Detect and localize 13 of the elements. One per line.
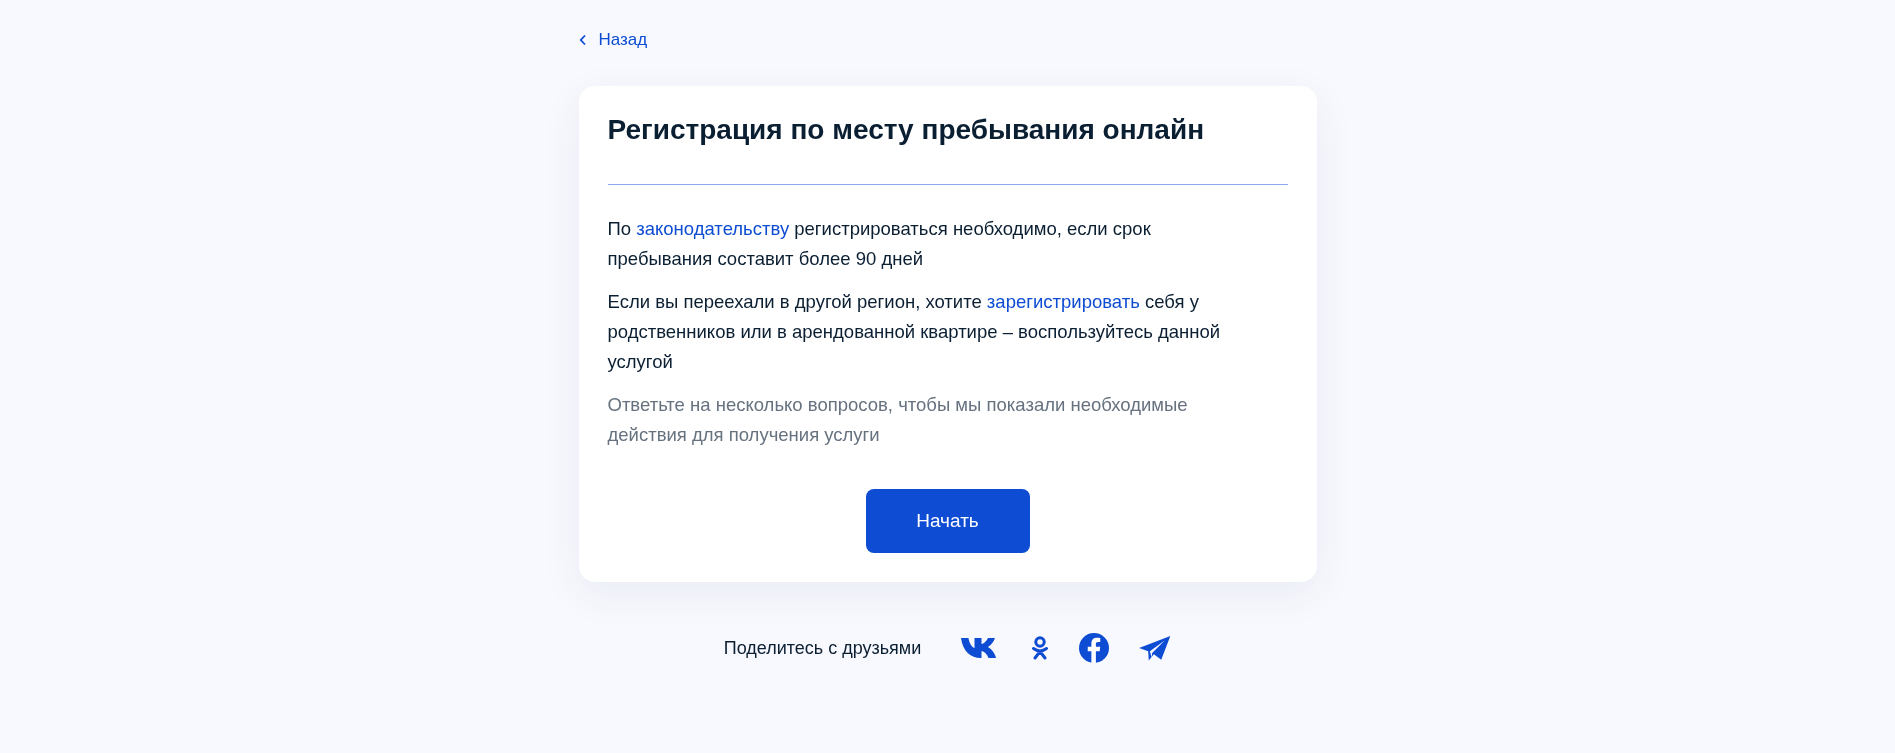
paragraph: По законодательству регистрироваться необходимо, если срок пребывания составит более 90 дней	[607, 217, 1152, 271]
paper-plane-icon[interactable]	[1139, 635, 1172, 661]
person-logo-icon[interactable]	[1031, 636, 1050, 660]
text-link[interactable]: законодательству	[636, 218, 790, 239]
share-label: Поделитесь с друзьями	[723, 637, 922, 659]
chevron-left-icon	[578, 34, 587, 46]
text-link[interactable]: зарегистрировать	[986, 291, 1140, 312]
start-button[interactable]: Начать	[865, 489, 1030, 553]
page-title: Регистрация по месту пребывания онлайн	[607, 113, 1206, 147]
paragraph: Если вы переехали в другой регион, хотите зарегистрировать себя у родственников или в арендованной квартире – воспользуйтесь данной услугой	[607, 290, 1222, 374]
hint-text: Ответьте на несколько вопросов, чтобы мы показали необходимые действия для получения услуги	[607, 393, 1189, 447]
f-circle-icon[interactable]	[1079, 633, 1110, 663]
back-link[interactable]: Назад	[578, 29, 648, 51]
